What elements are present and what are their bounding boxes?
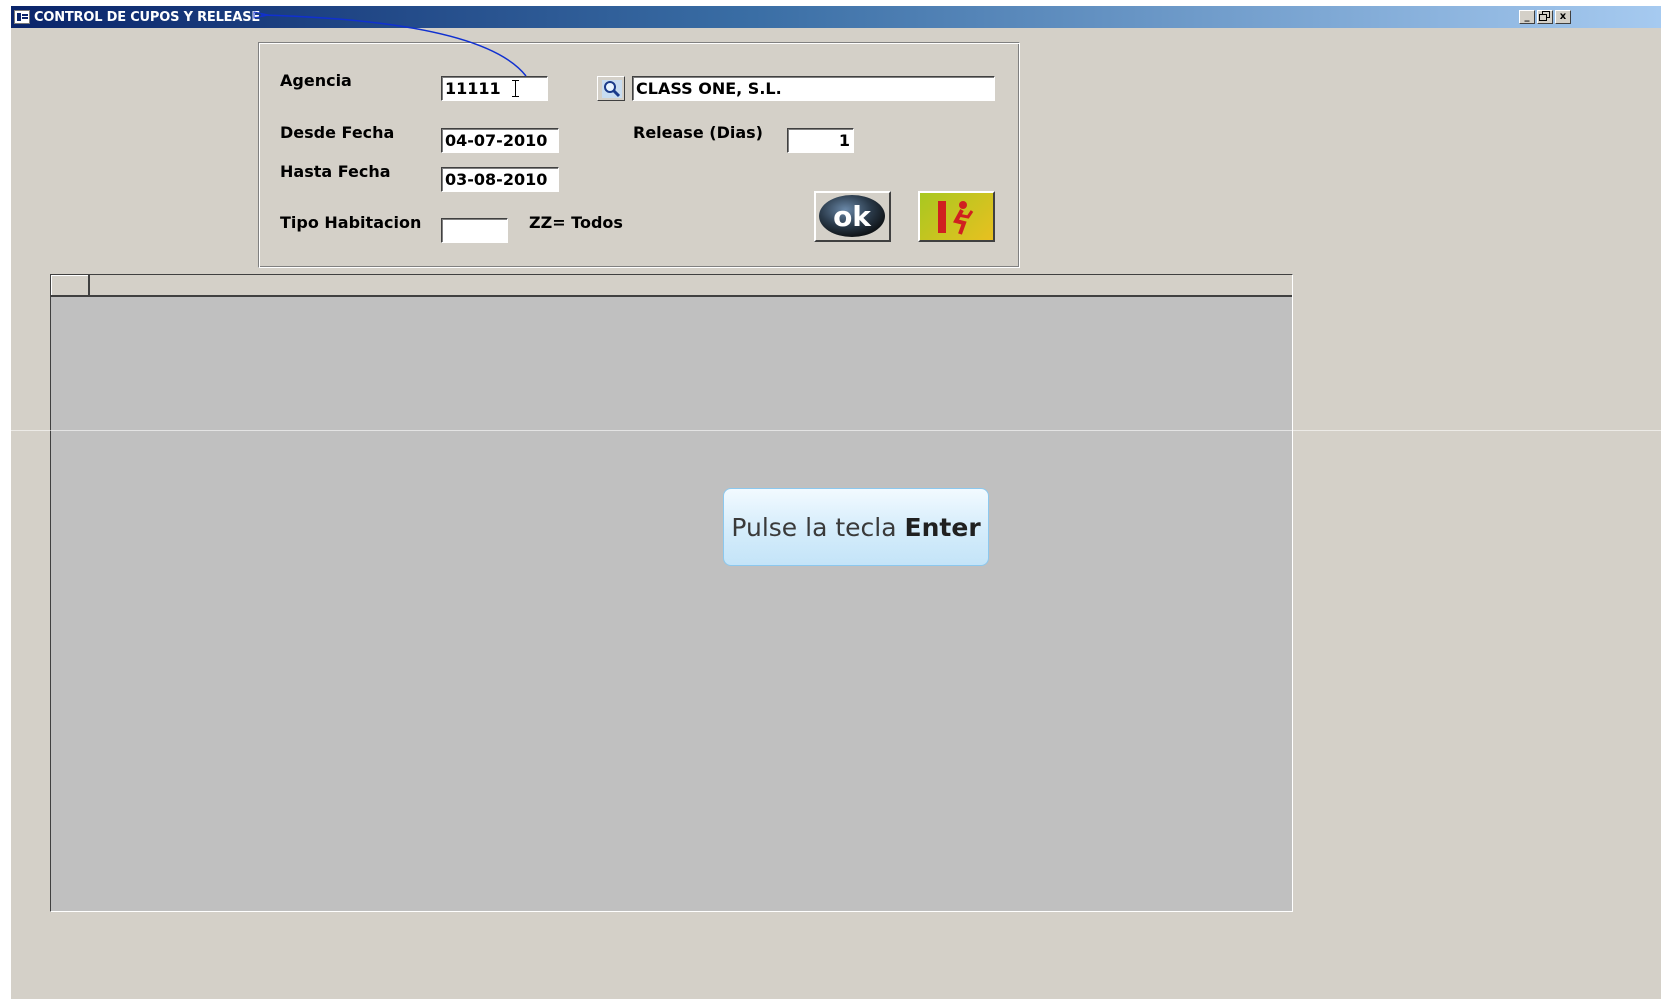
agencia-code-value: 11111	[445, 79, 501, 98]
ok-icon: ok	[819, 195, 885, 237]
hint-key: Enter	[904, 512, 981, 542]
release-label: Release (Dias)	[633, 123, 763, 142]
agencia-label: Agencia	[280, 71, 352, 90]
title-bar[interactable]: CONTROL DE CUPOS Y RELEASE _ x	[11, 6, 1661, 28]
desde-fecha-label: Desde Fecha	[280, 123, 395, 142]
agencia-name-field[interactable]: CLASS ONE, S.L.	[632, 76, 995, 101]
tipo-habitacion-label: Tipo Habitacion	[280, 213, 422, 232]
restore-icon	[1539, 11, 1550, 21]
hasta-fecha-label: Hasta Fecha	[280, 162, 391, 181]
restore-button[interactable]	[1537, 10, 1553, 24]
window-title: CONTROL DE CUPOS Y RELEASE	[34, 9, 261, 25]
exit-door-icon	[938, 201, 974, 235]
hasta-fecha-input[interactable]: 03-08-2010	[441, 167, 559, 192]
filter-panel: Agencia 11111 CLASS ONE, S.L. Desde Fech…	[258, 42, 1020, 268]
app-icon[interactable]	[14, 10, 30, 24]
results-grid[interactable]	[50, 274, 1293, 912]
ok-button[interactable]: ok	[814, 191, 891, 242]
horizontal-guide-line	[11, 430, 1661, 431]
tipo-habitacion-hint: ZZ= Todos	[529, 213, 623, 232]
release-dias-input[interactable]: 1	[787, 128, 854, 153]
agencia-code-input[interactable]: 11111	[441, 76, 548, 101]
desde-fecha-input[interactable]: 04-07-2010	[441, 128, 559, 153]
exit-button[interactable]	[918, 191, 995, 242]
grid-header	[51, 275, 1292, 297]
magnifier-icon	[602, 80, 622, 98]
close-button[interactable]: x	[1555, 10, 1571, 24]
minimize-button[interactable]: _	[1519, 10, 1535, 24]
keyboard-hint-tooltip: Pulse la tecla Enter	[723, 488, 989, 566]
text-cursor-icon	[512, 80, 520, 97]
main-window: CONTROL DE CUPOS Y RELEASE _ x Agencia 1…	[11, 6, 1661, 999]
tipo-habitacion-input[interactable]	[441, 218, 508, 243]
ok-label: ok	[833, 200, 872, 233]
hint-text: Pulse la tecla	[731, 512, 897, 542]
grid-corner-cell[interactable]	[51, 275, 90, 295]
search-agency-button[interactable]	[597, 76, 625, 101]
